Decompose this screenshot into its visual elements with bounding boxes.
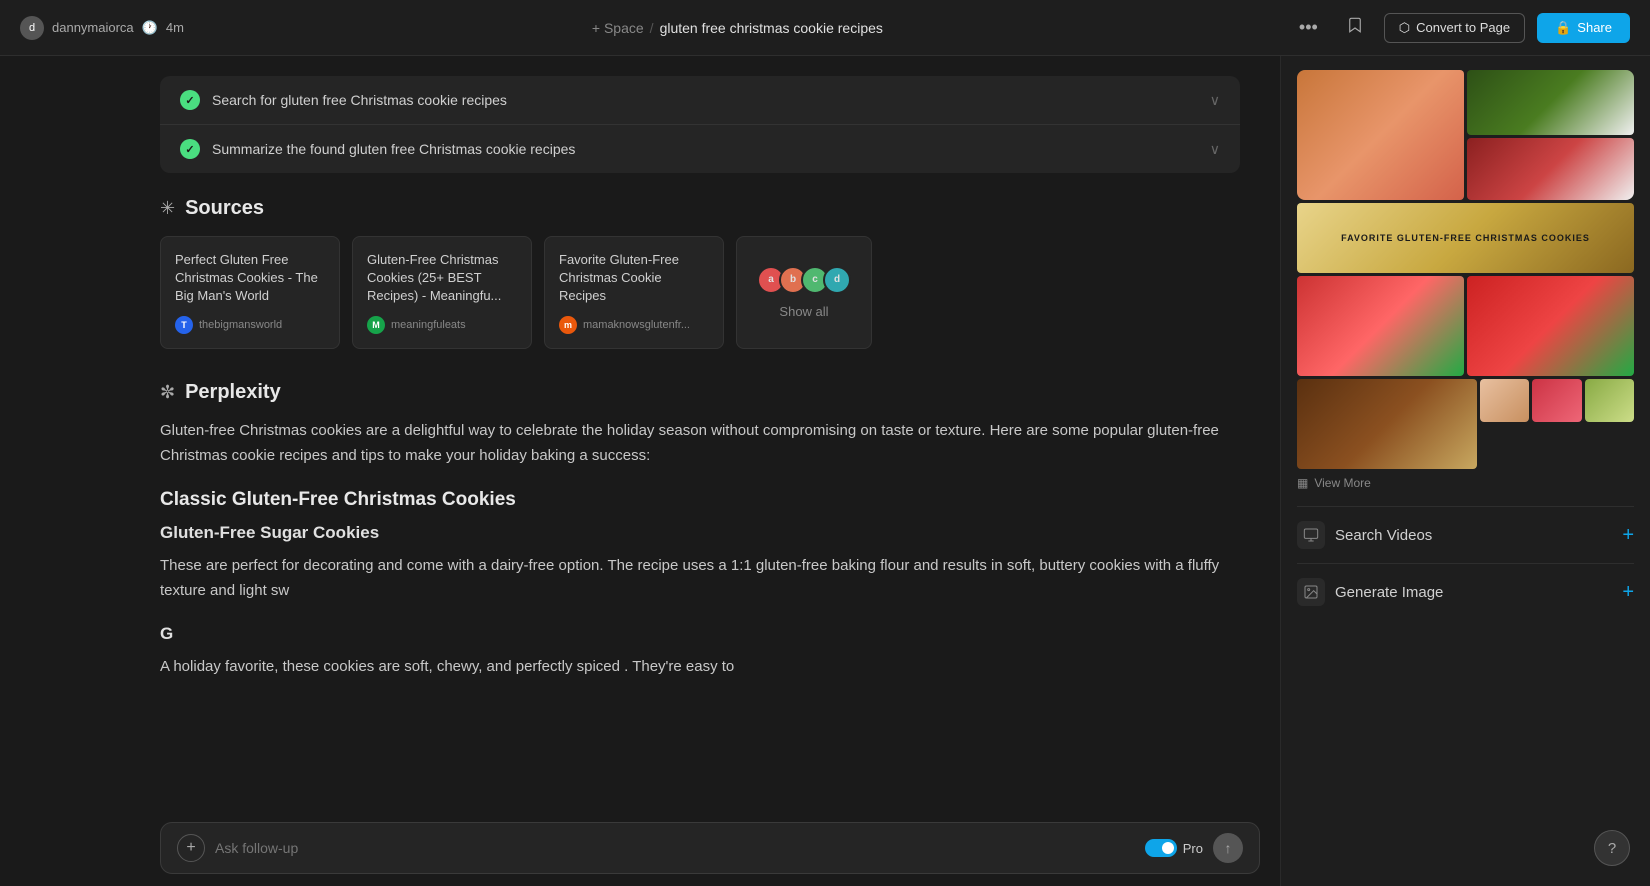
- cookie-image-5[interactable]: [1467, 276, 1634, 376]
- sources-title: Sources: [185, 197, 264, 220]
- heading-sugar: Gluten-Free Sugar Cookies: [160, 523, 1240, 543]
- source-card-3[interactable]: Favorite Gluten-Free Christmas Cookie Re…: [544, 236, 724, 349]
- source-card-title-3: Favorite Gluten-Free Christmas Cookie Re…: [559, 251, 709, 306]
- intro-text: Gluten-free Christmas cookies are a deli…: [160, 418, 1240, 469]
- source-card-author-1: T thebigmansworld: [175, 316, 325, 334]
- video-icon: [1297, 521, 1325, 549]
- avatar: d: [20, 16, 44, 40]
- source-card-1[interactable]: Perfect Gluten Free Christmas Cookies - …: [160, 236, 340, 349]
- cookie-image-7c[interactable]: [1585, 379, 1634, 422]
- source-avatar-1: T: [175, 316, 193, 334]
- share-label: Share: [1577, 20, 1612, 35]
- view-more-label: View More: [1314, 476, 1370, 490]
- source-avatar-3: m: [559, 316, 577, 334]
- stacked-avatar-4: d: [823, 266, 851, 294]
- header-left: d dannymaiorca 🕐 4m: [20, 16, 184, 40]
- source-author-name-3: mamaknowsglutenfr...: [583, 319, 690, 331]
- heading-classic: Classic Gluten-Free Christmas Cookies: [160, 489, 1240, 511]
- convert-to-page-button[interactable]: ⬡ Convert to Page: [1384, 13, 1525, 43]
- gingerbread-text: A holiday favorite, these cookies are so…: [160, 654, 1240, 680]
- step-check-1: [180, 90, 200, 110]
- cookie-image-3[interactable]: [1467, 138, 1634, 200]
- pro-label: Pro: [1183, 841, 1203, 856]
- time-ago: 4m: [166, 20, 184, 35]
- source-card-author-2: M meaningfuleats: [367, 316, 517, 334]
- step-text-2: Summarize the found gluten free Christma…: [212, 141, 1210, 157]
- search-videos-row[interactable]: Search Videos +: [1297, 506, 1634, 563]
- generate-image-plus-icon: +: [1622, 581, 1634, 604]
- search-videos-label: Search Videos: [1335, 527, 1622, 544]
- generate-image-label: Generate Image: [1335, 584, 1622, 601]
- cookie-image-2[interactable]: [1467, 70, 1634, 135]
- left-panel: Search for gluten free Christmas cookie …: [0, 56, 1280, 886]
- more-button[interactable]: •••: [1291, 13, 1326, 42]
- add-follow-up-button[interactable]: +: [177, 834, 205, 862]
- username: dannymaiorca: [52, 20, 134, 35]
- generate-image-row[interactable]: Generate Image +: [1297, 563, 1634, 620]
- pro-toggle[interactable]: Pro: [1145, 839, 1203, 857]
- search-videos-plus-icon: +: [1622, 524, 1634, 547]
- perplexity-title: Perplexity: [185, 381, 281, 404]
- bookmark-button[interactable]: [1338, 12, 1372, 43]
- header: d dannymaiorca 🕐 4m + Space / gluten fre…: [0, 0, 1650, 56]
- perplexity-icon: ✼: [160, 382, 175, 403]
- follow-up-input[interactable]: [215, 840, 1135, 856]
- follow-up-bar: + Pro ↑: [160, 822, 1260, 874]
- help-button[interactable]: ?: [1594, 830, 1630, 866]
- task-step-2[interactable]: Summarize the found gluten free Christma…: [160, 125, 1240, 173]
- source-card-2[interactable]: Gluten-Free Christmas Cookies (25+ BEST …: [352, 236, 532, 349]
- cookie-banner-image[interactable]: FAVORITE GLUTEN-FREE CHRISTMAS COOKIES: [1297, 203, 1634, 273]
- view-more-button[interactable]: ▦ View More: [1297, 472, 1634, 494]
- source-avatar-2: M: [367, 316, 385, 334]
- space-link[interactable]: + Space: [592, 20, 644, 36]
- banner-text: FAVORITE GLUTEN-FREE CHRISTMAS COOKIES: [1337, 229, 1594, 247]
- cookie-image-6[interactable]: [1297, 379, 1477, 469]
- share-button[interactable]: 🔒 Share: [1537, 13, 1630, 43]
- source-cards: Perfect Gluten Free Christmas Cookies - …: [160, 236, 1240, 349]
- main-layout: Search for gluten free Christmas cookie …: [0, 56, 1650, 886]
- header-actions: ••• ⬡ Convert to Page 🔒 Share: [1291, 12, 1630, 43]
- breadcrumb: + Space / gluten free christmas cookie r…: [184, 20, 1291, 36]
- show-all-card[interactable]: a b c d Show all: [736, 236, 872, 349]
- toggle-switch: [1145, 839, 1177, 857]
- stacked-avatars: a b c d: [757, 266, 851, 294]
- image-grid-bottom: [1297, 379, 1634, 469]
- source-author-name-1: thebigmansworld: [199, 319, 282, 331]
- source-card-title-2: Gluten-Free Christmas Cookies (25+ BEST …: [367, 251, 517, 306]
- perplexity-header: ✼ Perplexity: [160, 381, 1240, 404]
- right-panel: FAVORITE GLUTEN-FREE CHRISTMAS COOKIES ▦…: [1280, 56, 1650, 886]
- cookie-image-4[interactable]: [1297, 276, 1464, 376]
- clock-icon: 🕐: [142, 20, 158, 36]
- sources-icon: ✳: [160, 198, 175, 219]
- source-card-author-3: m mamaknowsglutenfr...: [559, 316, 709, 334]
- cookie-image-1[interactable]: [1297, 70, 1464, 200]
- source-card-title-1: Perfect Gluten Free Christmas Cookies - …: [175, 251, 325, 306]
- breadcrumb-sep: /: [650, 20, 654, 36]
- step-text-1: Search for gluten free Christmas cookie …: [212, 92, 1210, 108]
- step-check-2: [180, 139, 200, 159]
- image-grid-top: [1297, 70, 1634, 200]
- convert-label: Convert to Page: [1416, 20, 1510, 35]
- send-button[interactable]: ↑: [1213, 833, 1243, 863]
- page-title: gluten free christmas cookie recipes: [660, 20, 883, 36]
- cookie-image-7a[interactable]: [1480, 379, 1529, 422]
- convert-icon: ⬡: [1399, 20, 1410, 36]
- lock-icon: 🔒: [1555, 20, 1571, 36]
- chevron-down-icon-2: ∨: [1210, 141, 1220, 158]
- image-gen-icon: [1297, 578, 1325, 606]
- sugar-text: These are perfect for decorating and com…: [160, 553, 1240, 604]
- image-grid-icon: ▦: [1297, 476, 1308, 490]
- show-all-label: Show all: [779, 304, 828, 319]
- cookie-image-7b[interactable]: [1532, 379, 1581, 422]
- heading-gingerbread: G: [160, 624, 1240, 644]
- source-author-name-2: meaningfuleats: [391, 319, 466, 331]
- task-step-1[interactable]: Search for gluten free Christmas cookie …: [160, 76, 1240, 125]
- chevron-down-icon-1: ∨: [1210, 92, 1220, 109]
- sources-header: ✳ Sources: [160, 197, 1240, 220]
- task-steps: Search for gluten free Christmas cookie …: [160, 76, 1240, 173]
- image-grid-middle: [1297, 276, 1634, 376]
